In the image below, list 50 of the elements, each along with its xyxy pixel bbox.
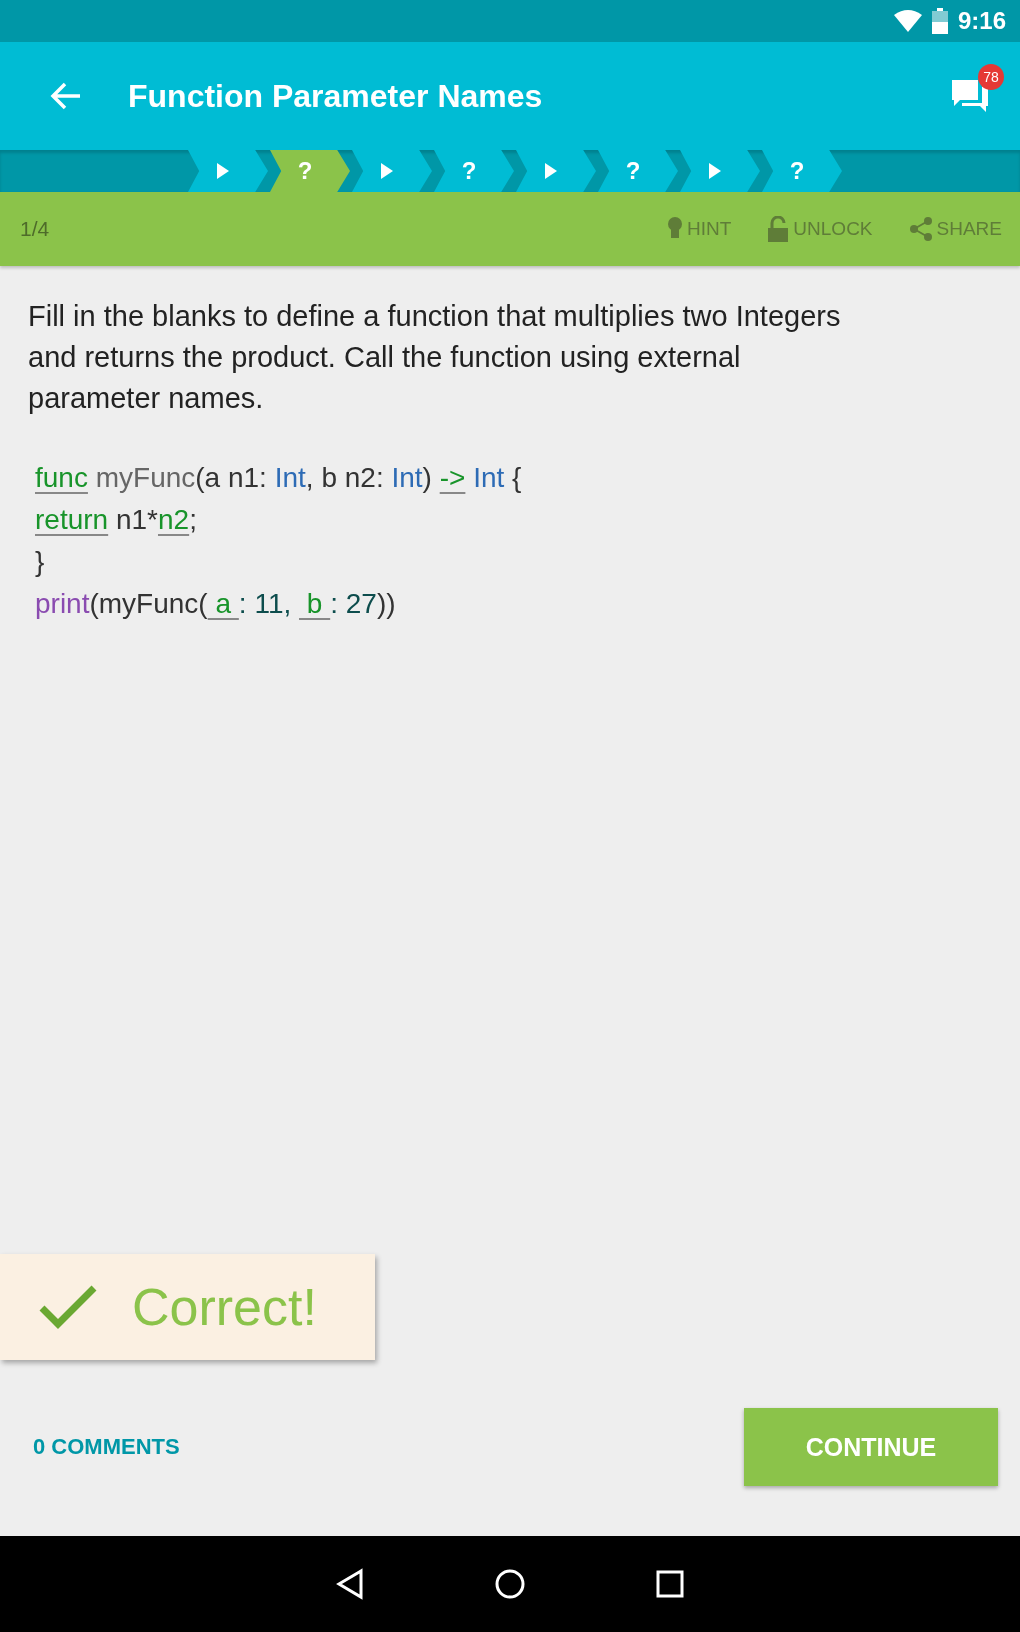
code-token: { — [511, 461, 522, 495]
play-icon — [380, 162, 394, 180]
continue-button[interactable]: CONTINUE — [744, 1408, 998, 1486]
question-counter: 1/4 — [20, 217, 51, 241]
home-nav-icon[interactable] — [494, 1568, 526, 1600]
back-button[interactable] — [50, 82, 82, 110]
filled-blank: n2 — [158, 503, 190, 537]
recents-nav-icon[interactable] — [656, 1570, 684, 1598]
code-token: } — [35, 545, 45, 579]
lock-icon — [767, 216, 790, 242]
battery-icon — [931, 8, 948, 34]
hint-button[interactable]: HINT — [667, 216, 732, 242]
checkmark-icon — [38, 1284, 98, 1330]
filled-blank: b — [305, 587, 324, 621]
wifi-icon — [893, 10, 922, 32]
code-token: Int — [274, 461, 306, 495]
status-time: 9:16 — [957, 7, 1006, 35]
progress-step[interactable]: ? — [762, 150, 842, 192]
progress-step[interactable]: ? — [598, 150, 678, 192]
code-token: print — [35, 587, 90, 621]
code-token: )) — [376, 587, 396, 621]
code-token: , b n2: — [305, 461, 385, 495]
code-token: : 11, — [238, 587, 293, 621]
question-text: Fill in the blanks to define a function that multiplies two Integers and returns the product. Call the function using external parameter names. — [28, 299, 842, 416]
code-token: myFunc — [94, 461, 196, 495]
filled-blank: func — [35, 461, 88, 495]
comments-link[interactable]: 0 COMMENTS — [33, 1434, 180, 1460]
filled-blank: return — [35, 503, 109, 537]
progress-step[interactable]: ? — [270, 150, 350, 192]
filled-blank: a — [214, 587, 233, 621]
play-icon — [708, 162, 722, 180]
share-icon — [908, 216, 933, 242]
code-token: : 27 — [330, 587, 377, 621]
back-nav-icon[interactable] — [336, 1568, 364, 1600]
code-token: n1* — [114, 503, 158, 537]
code-token: Int — [391, 461, 423, 495]
notification-badge: 78 — [978, 64, 1004, 90]
screen-title: Function Parameter Names — [128, 77, 544, 115]
progress-step[interactable]: ? — [434, 150, 514, 192]
code-token: (myFunc( — [89, 587, 208, 621]
play-icon — [544, 162, 558, 180]
code-token: ; — [189, 503, 197, 537]
code-token: Int — [472, 461, 505, 495]
unlock-button[interactable]: UNLOCK — [767, 216, 873, 242]
filled-blank: -> — [439, 461, 466, 495]
play-icon — [216, 162, 230, 180]
code-token: ) — [422, 461, 433, 495]
code-token: (a n1: — [195, 461, 268, 495]
share-button[interactable]: SHARE — [908, 216, 1002, 242]
result-message: Correct! — [132, 1277, 317, 1337]
